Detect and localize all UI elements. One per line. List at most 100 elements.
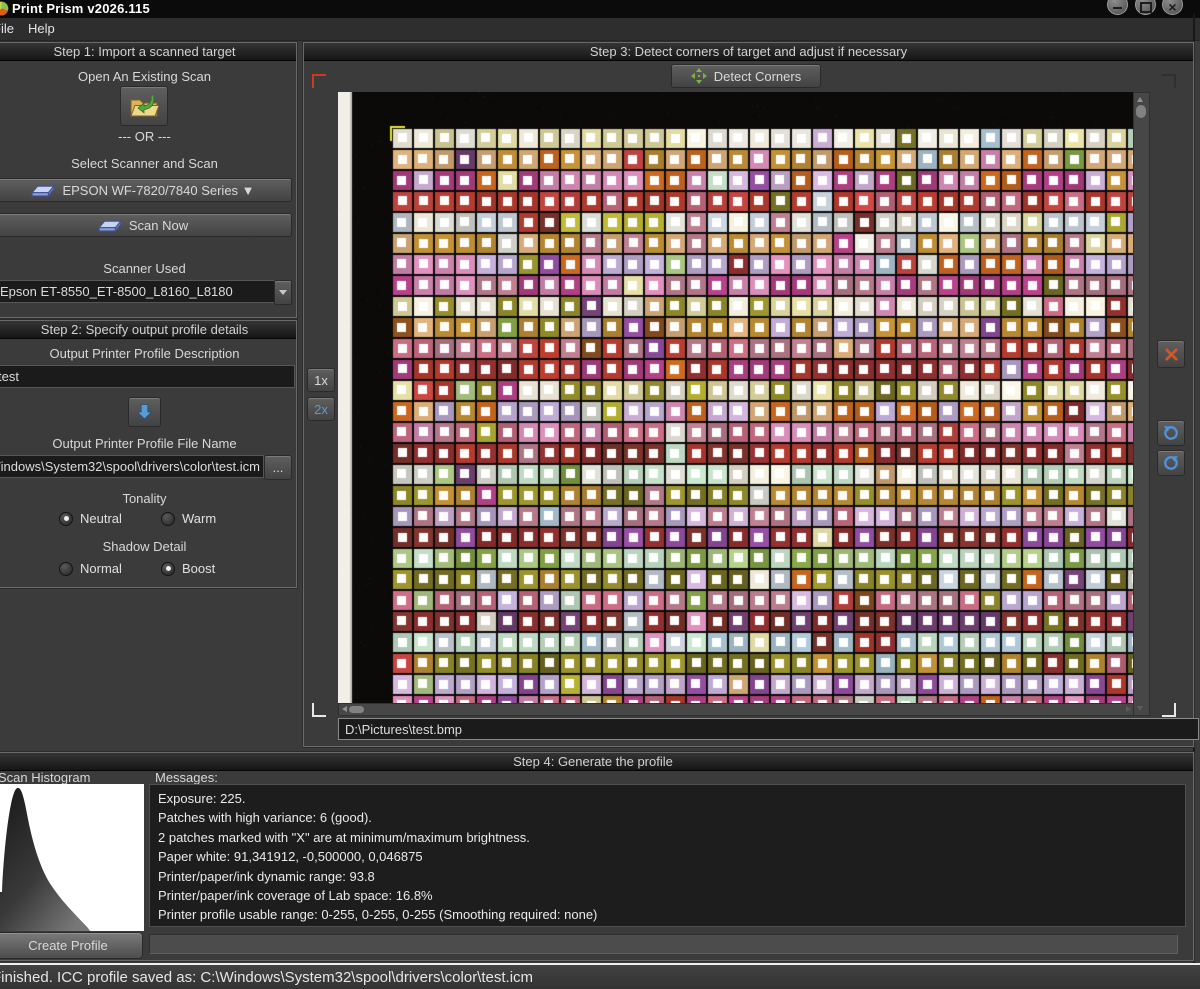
horizontal-scrollbar[interactable] [338,703,1135,716]
profile-description-value: test [0,369,19,384]
profile-filename-input[interactable]: C:\Windows\System32\spool\drivers\color\… [0,455,264,478]
open-folder-icon [129,94,159,118]
scanner-used-label: Scanner Used [0,261,296,276]
rotate-cw-button[interactable] [1157,450,1185,476]
scanner-used-value: Epson ET-8550_ET-8500_L8160_L8180 [0,284,233,299]
vertical-scrollbar[interactable] [1133,92,1150,716]
corner-marker-top-right[interactable] [1162,74,1176,88]
messages-label: Messages: [155,770,218,785]
profile-description-input[interactable]: test [0,365,295,388]
scan-histogram-label: Scan Histogram [0,770,90,785]
tonality-label: Tonality [0,491,296,506]
step4-group: Step 4: Generate the profile Scan Histog… [0,752,1194,961]
move-arrows-icon [691,68,707,84]
zoom-1x-label: 1x [314,373,328,388]
radio-dot [161,512,175,526]
radio-normal[interactable]: Normal [59,561,122,576]
scan-now-button[interactable]: Scan Now [0,213,292,237]
image-path-value: D:\Pictures\test.bmp [345,722,462,737]
tonality-radio-row: Neutral Warm [0,511,296,527]
horizontal-scroll-thumb[interactable] [349,706,364,713]
message-line: Printer profile usable range: 0-255, 0-2… [158,905,1185,924]
radio-warm[interactable]: Warm [161,511,216,526]
step3-group: Step 3: Detect corners of target and adj… [303,42,1194,747]
scan-histogram [0,784,144,931]
progress-bar [149,934,1178,954]
scanner-used-combo[interactable]: Epson ET-8550_ET-8500_L8160_L8180 [0,280,281,303]
scanner-select-dropdown[interactable]: EPSON WF-7820/7840 Series ▼ [0,178,292,202]
scroll-left-icon[interactable] [342,706,347,712]
profile-filename-value: C:\Windows\System32\spool\drivers\color\… [0,459,260,474]
radio-boost[interactable]: Boost [161,561,215,576]
rotate-ccw-button[interactable] [1157,420,1185,446]
scanner-icon [31,184,55,197]
message-line: Printer/paper/ink dynamic range: 93.8 [158,867,1185,886]
scroll-right-icon[interactable] [1126,706,1131,712]
menu-help[interactable]: Help [28,21,55,36]
x-icon [1165,348,1178,361]
zoom-2x-label: 2x [314,402,328,417]
delete-button[interactable] [1157,340,1185,368]
zoom-1x-button[interactable]: 1x [307,368,335,392]
window-title: Print Prism v2026.115 [12,1,150,16]
scanner-used-dropdown-button[interactable] [274,280,292,305]
menu-bar: File Help [0,18,1200,41]
shadow-radio-row: Normal Boost [0,561,296,577]
create-profile-label: Create Profile [28,938,107,953]
vertical-scroll-thumb[interactable] [1136,105,1146,118]
scroll-down-icon[interactable] [1137,706,1143,711]
menu-file[interactable]: File [0,21,14,36]
step1-group: Step 1: Import a scanned target Open An … [0,42,297,318]
maximize-button[interactable] [1135,0,1156,15]
title-bar[interactable]: Print Prism v2026.115 × [0,0,1200,18]
radio-label: Boost [182,561,215,576]
or-label: --- OR --- [0,129,296,144]
scanner-select-label: EPSON WF-7820/7840 Series ▼ [62,183,254,198]
radio-label: Neutral [80,511,122,526]
scan-now-label: Scan Now [129,218,188,233]
step4-header: Step 4: Generate the profile [0,753,1193,771]
copy-description-button[interactable] [128,397,161,427]
step2-group: Step 2: Specify output profile details O… [0,320,297,588]
profile-description-label: Output Printer Profile Description [0,346,296,361]
close-button[interactable]: × [1162,0,1183,15]
radio-label: Warm [182,511,216,526]
image-path-field[interactable]: D:\Pictures\test.bmp [338,718,1199,740]
status-bar: Finished. ICC profile saved as: C:\Windo… [0,963,1200,989]
step1-header: Step 1: Import a scanned target [0,43,296,61]
corner-marker-top-left[interactable] [312,74,326,88]
create-profile-button[interactable]: Create Profile [0,932,143,959]
scan-image[interactable] [338,92,1133,703]
scroll-up-icon[interactable] [1137,97,1143,102]
corner-marker-bottom-left[interactable] [312,703,326,717]
radio-dot [161,562,175,576]
arrow-down-icon [137,403,152,421]
scan-now-icon [98,219,122,232]
detect-corners-button[interactable]: Detect Corners [671,64,821,88]
rotate-ccw-icon [1163,425,1179,441]
message-line: Paper white: 91,341912, -0,500000, 0,046… [158,847,1185,866]
minimize-button[interactable] [1107,0,1128,15]
profile-filename-label: Output Printer Profile File Name [0,436,296,451]
zoom-2x-button[interactable]: 2x [307,397,335,421]
shadow-detail-label: Shadow Detail [0,539,296,554]
rotate-cw-icon [1163,455,1179,471]
status-text: Finished. ICC profile saved as: C:\Windo… [0,969,533,986]
radio-dot [59,562,73,576]
browse-label: ... [273,460,284,475]
step3-header: Step 3: Detect corners of target and adj… [304,43,1193,61]
browse-button[interactable]: ... [264,455,292,480]
print-prism-window: { "window": { "title": "Print Prism v202… [0,0,1200,987]
radio-neutral[interactable]: Neutral [59,511,122,526]
message-line: Printer/paper/ink coverage of Lab space:… [158,886,1185,905]
chevron-down-icon [279,290,287,295]
message-line: 2 patches marked with "X" are at minimum… [158,828,1185,847]
messages-box: Exposure: 225. Patches with high varianc… [149,784,1186,927]
maximize-icon [1140,2,1152,13]
message-line: Patches with high variance: 6 (good). [158,808,1185,827]
open-existing-scan-label: Open An Existing Scan [0,69,296,84]
open-scan-button[interactable] [120,86,168,126]
corner-marker-bottom-right[interactable] [1162,703,1176,717]
radio-label: Normal [80,561,122,576]
step2-header: Step 2: Specify output profile details [0,321,296,339]
